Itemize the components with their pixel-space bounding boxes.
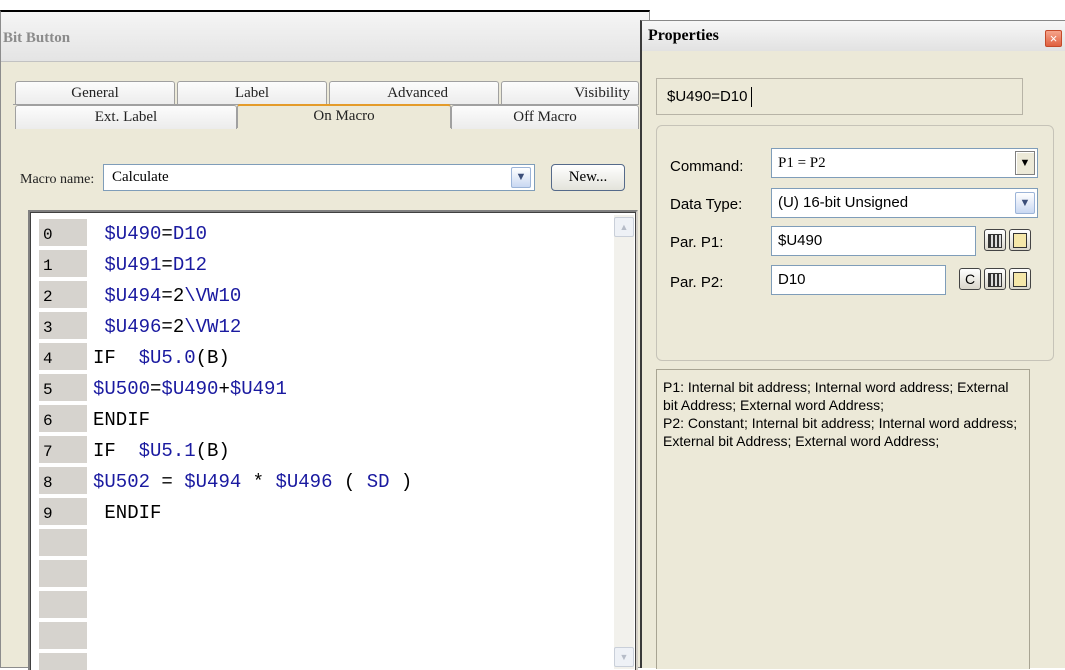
- macro-line-text: $U496=2\VW12: [104, 316, 242, 338]
- macro-line[interactable]: 6 ENDIF: [31, 405, 635, 436]
- command-label: Command:: [670, 158, 744, 175]
- expression-text: $U490=D10: [667, 88, 748, 105]
- macro-name-select[interactable]: Calculate: [103, 164, 535, 191]
- macro-line[interactable]: [31, 529, 635, 560]
- macro-line[interactable]: 7 IF $U5.1(B): [31, 436, 635, 467]
- bit-button-titlebar: Bit Button: [1, 12, 649, 62]
- command-select[interactable]: P1 = P2: [771, 148, 1038, 178]
- macro-line-text: $U491=D12: [104, 254, 208, 276]
- line-number: 8: [39, 467, 87, 496]
- macro-line[interactable]: [31, 653, 635, 670]
- macro-line[interactable]: 2 $U494=2\VW10: [31, 281, 635, 312]
- address-picker-icon[interactable]: [1009, 229, 1031, 251]
- chevron-down-icon[interactable]: ▼: [511, 167, 531, 188]
- text-caret: [751, 87, 753, 108]
- macro-line[interactable]: [31, 622, 635, 653]
- macro-editor-lines: 0 $U490=D10 1 $U491=D12 2 $U494=2\VW10 3 $U…: [30, 212, 636, 670]
- calculator-icon[interactable]: [984, 268, 1006, 290]
- line-number: [39, 560, 87, 589]
- line-number: 0: [39, 219, 87, 248]
- tab-general[interactable]: General: [15, 81, 175, 105]
- close-icon[interactable]: ×: [1045, 30, 1062, 47]
- line-number: [39, 653, 87, 670]
- macro-line-text: $U490=D10: [104, 223, 208, 245]
- line-number: 6: [39, 405, 87, 434]
- constant-button[interactable]: C: [959, 268, 981, 290]
- line-number: 5: [39, 374, 87, 403]
- tab-off-macro[interactable]: Off Macro: [451, 105, 639, 129]
- line-number: [39, 591, 87, 620]
- macro-line[interactable]: 5 $U500=$U490+$U491: [31, 374, 635, 405]
- new-macro-button[interactable]: New...: [551, 164, 625, 191]
- line-number: 7: [39, 436, 87, 465]
- macro-line-text: $U500=$U490+$U491: [93, 378, 287, 400]
- calculator-icon[interactable]: [984, 229, 1006, 251]
- line-number: 3: [39, 312, 87, 341]
- p1-label: Par. P1:: [670, 234, 724, 251]
- macro-line-text: $U494=2\VW10: [104, 285, 242, 307]
- scroll-down-icon[interactable]: ▼: [614, 647, 634, 667]
- line-number: 1: [39, 250, 87, 279]
- properties-title: Properties: [648, 27, 719, 44]
- address-picker-icon[interactable]: [1009, 268, 1031, 290]
- macro-line[interactable]: 0 $U490=D10: [31, 219, 635, 250]
- line-number: [39, 622, 87, 651]
- tab-label[interactable]: Label: [177, 81, 327, 105]
- properties-window: Properties × $U490=D10 Command: P1 = P2 …: [640, 20, 1065, 669]
- macro-line[interactable]: 4 IF $U5.0(B): [31, 343, 635, 374]
- parameter-group: Command: P1 = P2 ▼ Data Type: (U) 16-bit…: [656, 125, 1054, 361]
- macro-line-text: IF $U5.1(B): [93, 440, 230, 462]
- macro-line-text: ENDIF: [93, 409, 151, 431]
- line-number: [39, 529, 87, 558]
- description-box: P1: Internal bit address; Internal word …: [656, 369, 1030, 669]
- macro-line[interactable]: [31, 560, 635, 591]
- macro-line[interactable]: 9 ENDIF: [31, 498, 635, 529]
- p2-input[interactable]: D10: [771, 265, 946, 295]
- macro-line[interactable]: 8 $U502 = $U494 * $U496 ( SD ): [31, 467, 635, 498]
- properties-titlebar: Properties: [642, 21, 1065, 51]
- line-number: 2: [39, 281, 87, 310]
- tab-advanced[interactable]: Advanced: [329, 81, 499, 105]
- bit-button-window: Bit Button General Label Advanced Visibi…: [0, 10, 650, 670]
- tab-ext-label[interactable]: Ext. Label: [15, 105, 237, 129]
- scroll-up-icon[interactable]: ▲: [614, 217, 634, 237]
- command-dropdown-icon[interactable]: ▼: [1015, 151, 1035, 175]
- macro-line-text: $U502 = $U494 * $U496 ( SD ): [93, 471, 413, 493]
- tab-on-macro[interactable]: On Macro: [237, 104, 451, 128]
- data-type-select[interactable]: (U) 16-bit Unsigned: [771, 188, 1038, 218]
- p1-input[interactable]: $U490: [771, 226, 976, 256]
- macro-line[interactable]: [31, 591, 635, 622]
- bit-button-title: Bit Button: [3, 30, 71, 46]
- line-number: 4: [39, 343, 87, 372]
- data-type-label: Data Type:: [670, 196, 743, 213]
- macro-line-text: ENDIF: [93, 502, 162, 524]
- macro-line[interactable]: 1 $U491=D12: [31, 250, 635, 281]
- p2-label: Par. P2:: [670, 274, 724, 291]
- macro-name-label: Macro name:: [20, 172, 95, 187]
- macro-editor[interactable]: 0 $U490=D10 1 $U491=D12 2 $U494=2\VW10 3 $U…: [28, 210, 638, 670]
- macro-line[interactable]: 3 $U496=2\VW12: [31, 312, 635, 343]
- expression-display: $U490=D10: [656, 78, 1023, 115]
- chevron-down-icon[interactable]: ▼: [1015, 192, 1035, 214]
- macro-line-text: IF $U5.0(B): [93, 347, 230, 369]
- tab-visibility[interactable]: Visibility: [501, 81, 639, 105]
- description-p1: P1: Internal bit address; Internal word …: [663, 379, 1009, 413]
- vertical-scrollbar[interactable]: ▲ ▼: [614, 215, 634, 669]
- line-number: 9: [39, 498, 87, 527]
- description-p2: P2: Constant; Internal bit address; Inte…: [663, 415, 1018, 449]
